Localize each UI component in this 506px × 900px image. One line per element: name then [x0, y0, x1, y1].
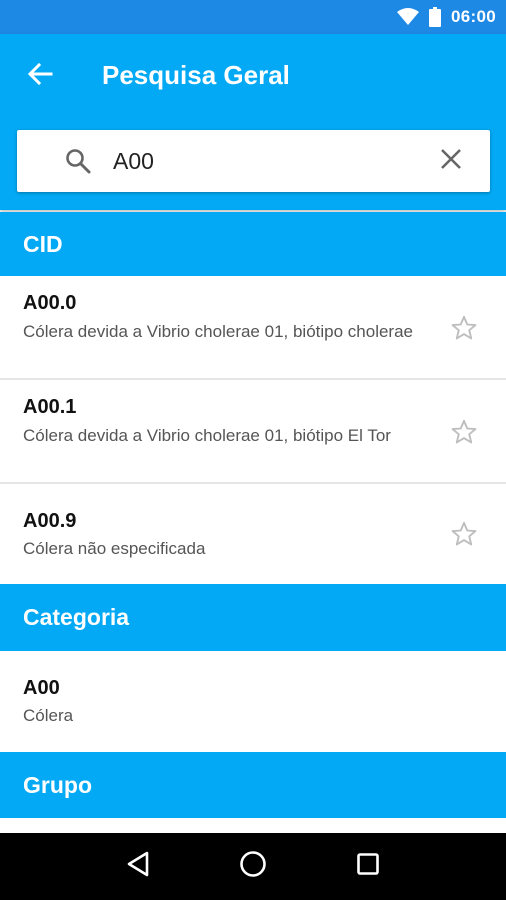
- section-title: Categoria: [23, 604, 130, 630]
- battery-icon: [429, 7, 442, 27]
- item-code: A00.0: [23, 292, 77, 314]
- arrow-back-icon: [27, 62, 53, 91]
- section-header-grupo: Grupo: [0, 752, 506, 818]
- item-description: Cólera devida a Vibrio cholerae 01, biót…: [23, 322, 413, 341]
- search-input[interactable]: A00: [113, 147, 154, 175]
- star-icon[interactable]: [450, 520, 478, 548]
- item-code: A00.1: [23, 396, 77, 418]
- app-bar: Pesquisa Geral A00: [0, 34, 506, 210]
- star-icon[interactable]: [450, 418, 478, 446]
- clear-search-button[interactable]: [436, 146, 466, 176]
- section-title: Grupo: [23, 771, 92, 798]
- nav-home-button[interactable]: [233, 847, 273, 887]
- section-header-categoria: Categoria: [0, 584, 506, 651]
- home-circle-icon: [239, 850, 267, 883]
- item-description: Cólera não especificada: [23, 539, 206, 558]
- page-title: Pesquisa Geral: [102, 60, 290, 90]
- system-nav-bar: [0, 833, 506, 900]
- section-title: CID: [23, 230, 63, 257]
- search-icon: [64, 147, 92, 180]
- search-field[interactable]: A00: [17, 130, 490, 192]
- list-item[interactable]: A00.1 Cólera devida a Vibrio cholerae 01…: [0, 380, 506, 484]
- back-button[interactable]: [20, 56, 60, 96]
- list-item[interactable]: A00 Cólera: [0, 651, 506, 752]
- wifi-icon: [397, 8, 420, 26]
- item-description: Cólera: [23, 706, 74, 725]
- status-time: 06:00: [451, 7, 496, 26]
- nav-recents-button[interactable]: [348, 847, 388, 887]
- back-triangle-icon: [126, 851, 150, 882]
- star-icon[interactable]: [450, 314, 478, 342]
- nav-back-button[interactable]: [118, 847, 158, 887]
- item-description: Cólera devida a Vibrio cholerae 01, biót…: [23, 426, 391, 445]
- close-icon: [440, 148, 462, 175]
- list-item[interactable]: A00.0 Cólera devida a Vibrio cholerae 01…: [0, 276, 506, 380]
- status-bar: 06:00: [0, 0, 506, 34]
- section-header-cid: CID: [0, 212, 506, 276]
- list-item[interactable]: A00.9 Cólera não especificada: [0, 484, 506, 584]
- list-item: [0, 818, 506, 833]
- item-code: A00.9: [23, 510, 77, 532]
- recents-square-icon: [356, 852, 380, 881]
- item-code: A00: [23, 677, 60, 699]
